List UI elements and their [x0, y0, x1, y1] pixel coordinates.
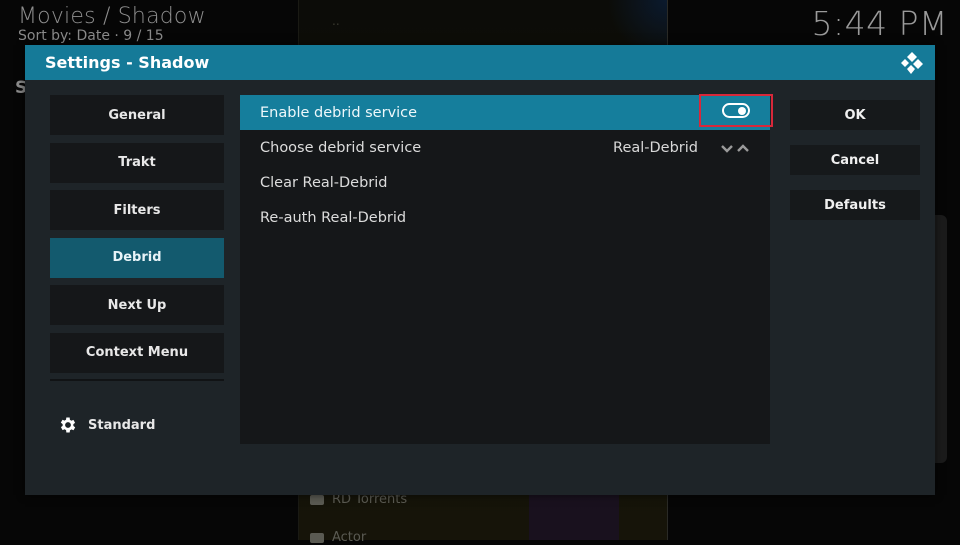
parent-folder-item[interactable]: .. — [332, 14, 340, 28]
list-item-label: Actor — [332, 530, 367, 545]
ok-button[interactable]: OK — [790, 100, 920, 130]
folder-icon — [310, 532, 324, 543]
setting-enable-debrid[interactable]: Enable debrid service — [240, 94, 773, 130]
setting-label: Choose debrid service — [260, 139, 422, 156]
clock: 5:44 PM — [811, 4, 948, 43]
defaults-button[interactable]: Defaults — [790, 190, 920, 220]
setting-value: Real-Debrid — [613, 139, 698, 156]
folder-icon — [310, 494, 324, 505]
category-filters[interactable]: Filters — [50, 190, 224, 230]
category-debrid[interactable]: Debrid — [50, 237, 224, 278]
setting-label: Enable debrid service — [260, 104, 418, 121]
list-item[interactable]: Actor — [310, 530, 366, 545]
gear-icon — [60, 417, 76, 433]
category-trakt[interactable]: Trakt — [50, 142, 224, 183]
category-context-menu[interactable]: Context Menu — [50, 332, 224, 373]
cancel-button[interactable]: Cancel — [790, 145, 920, 175]
toggle-highlight-box — [699, 94, 773, 127]
dialog-title: Settings - Shadow — [45, 53, 210, 72]
breadcrumb-title: Movies / Shadow — [18, 4, 206, 29]
dialog-header: Settings - Shadow — [25, 45, 935, 80]
chevron-down-icon[interactable] — [720, 143, 734, 153]
settings-list: Enable debrid service Choose debrid serv… — [240, 94, 773, 444]
category-general[interactable]: General — [50, 95, 224, 135]
settings-dialog: Settings - Shadow General Trakt Filters … — [25, 45, 935, 495]
category-divider — [50, 379, 224, 381]
chevron-up-icon[interactable] — [736, 143, 750, 153]
setting-reauth-real-debrid[interactable]: Re-auth Real-Debrid — [240, 200, 770, 235]
setting-label: Clear Real-Debrid — [260, 174, 388, 191]
setting-label: Re-auth Real-Debrid — [260, 209, 407, 226]
category-list: General Trakt Filters Debrid Next Up Con… — [50, 95, 224, 380]
category-next-up[interactable]: Next Up — [50, 285, 224, 325]
background-thumbnail — [935, 215, 947, 463]
settings-level-button[interactable]: Standard — [58, 415, 155, 435]
setting-clear-real-debrid[interactable]: Clear Real-Debrid — [240, 165, 770, 200]
setting-choose-debrid[interactable]: Choose debrid service Real-Debrid — [240, 130, 770, 165]
kodi-logo-icon — [899, 50, 925, 76]
toggle-switch[interactable] — [722, 103, 750, 118]
poster-art-shape — [599, 0, 667, 50]
settings-level-label: Standard — [88, 417, 156, 433]
sort-info: Sort by: Date · 9 / 15 — [18, 28, 164, 44]
dialog-buttons: OK Cancel Defaults — [790, 100, 920, 235]
toggle-knob — [738, 106, 746, 115]
